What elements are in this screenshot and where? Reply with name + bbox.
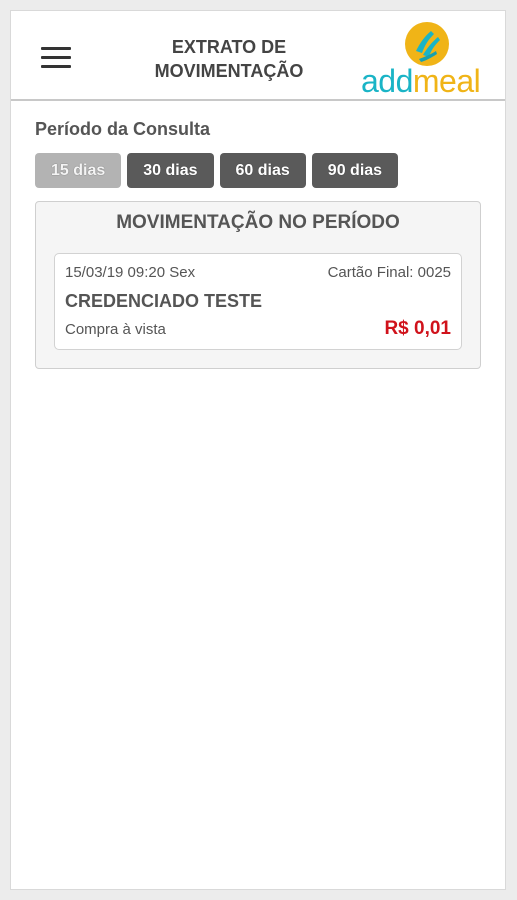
app-frame: EXTRATO DE MOVIMENTAÇÃO addmeal Período … [10, 10, 506, 890]
period-label: Período da Consulta [35, 119, 211, 139]
period-15-days-button[interactable]: 15 dias [35, 153, 122, 188]
transaction-merchant: CREDENCIADO TESTE [65, 291, 263, 311]
period-90-days-button[interactable]: 90 dias [311, 153, 399, 188]
transaction-card-final: Cartão Final: 0025 [327, 264, 451, 281]
transaction-datetime: 15/03/19 09:20 Sex [65, 264, 196, 281]
logo-wordmark: addmeal [361, 63, 481, 99]
period-30-days-button[interactable]: 30 dias [127, 153, 214, 188]
logo-meal: meal [412, 63, 481, 99]
period-60-days-button[interactable]: 60 dias [219, 153, 306, 188]
hands-emblem-icon [405, 22, 449, 66]
hamburger-menu-icon[interactable] [41, 47, 71, 69]
addmeal-logo: addmeal [359, 19, 499, 99]
page-title-line2: MOVIMENTAÇÃO [154, 61, 304, 81]
logo-add: add [361, 63, 413, 99]
page-title: EXTRATO DE MOVIMENTAÇÃO [129, 35, 329, 83]
transaction-card[interactable]: 15/03/19 09:20 Sex Cartão Final: 0025 CR… [54, 253, 462, 350]
movements-panel: MOVIMENTAÇÃO NO PERÍODO 15/03/19 09:20 S… [35, 201, 481, 369]
panel-title: MOVIMENTAÇÃO NO PERÍODO [116, 212, 400, 233]
period-selector: 15 dias 30 dias 60 dias 90 dias [35, 153, 399, 188]
transaction-type: Compra à vista [65, 321, 166, 338]
page-title-line1: EXTRATO DE [171, 37, 287, 57]
header: EXTRATO DE MOVIMENTAÇÃO addmeal [11, 11, 505, 101]
transaction-amount: R$ 0,01 [384, 318, 451, 339]
